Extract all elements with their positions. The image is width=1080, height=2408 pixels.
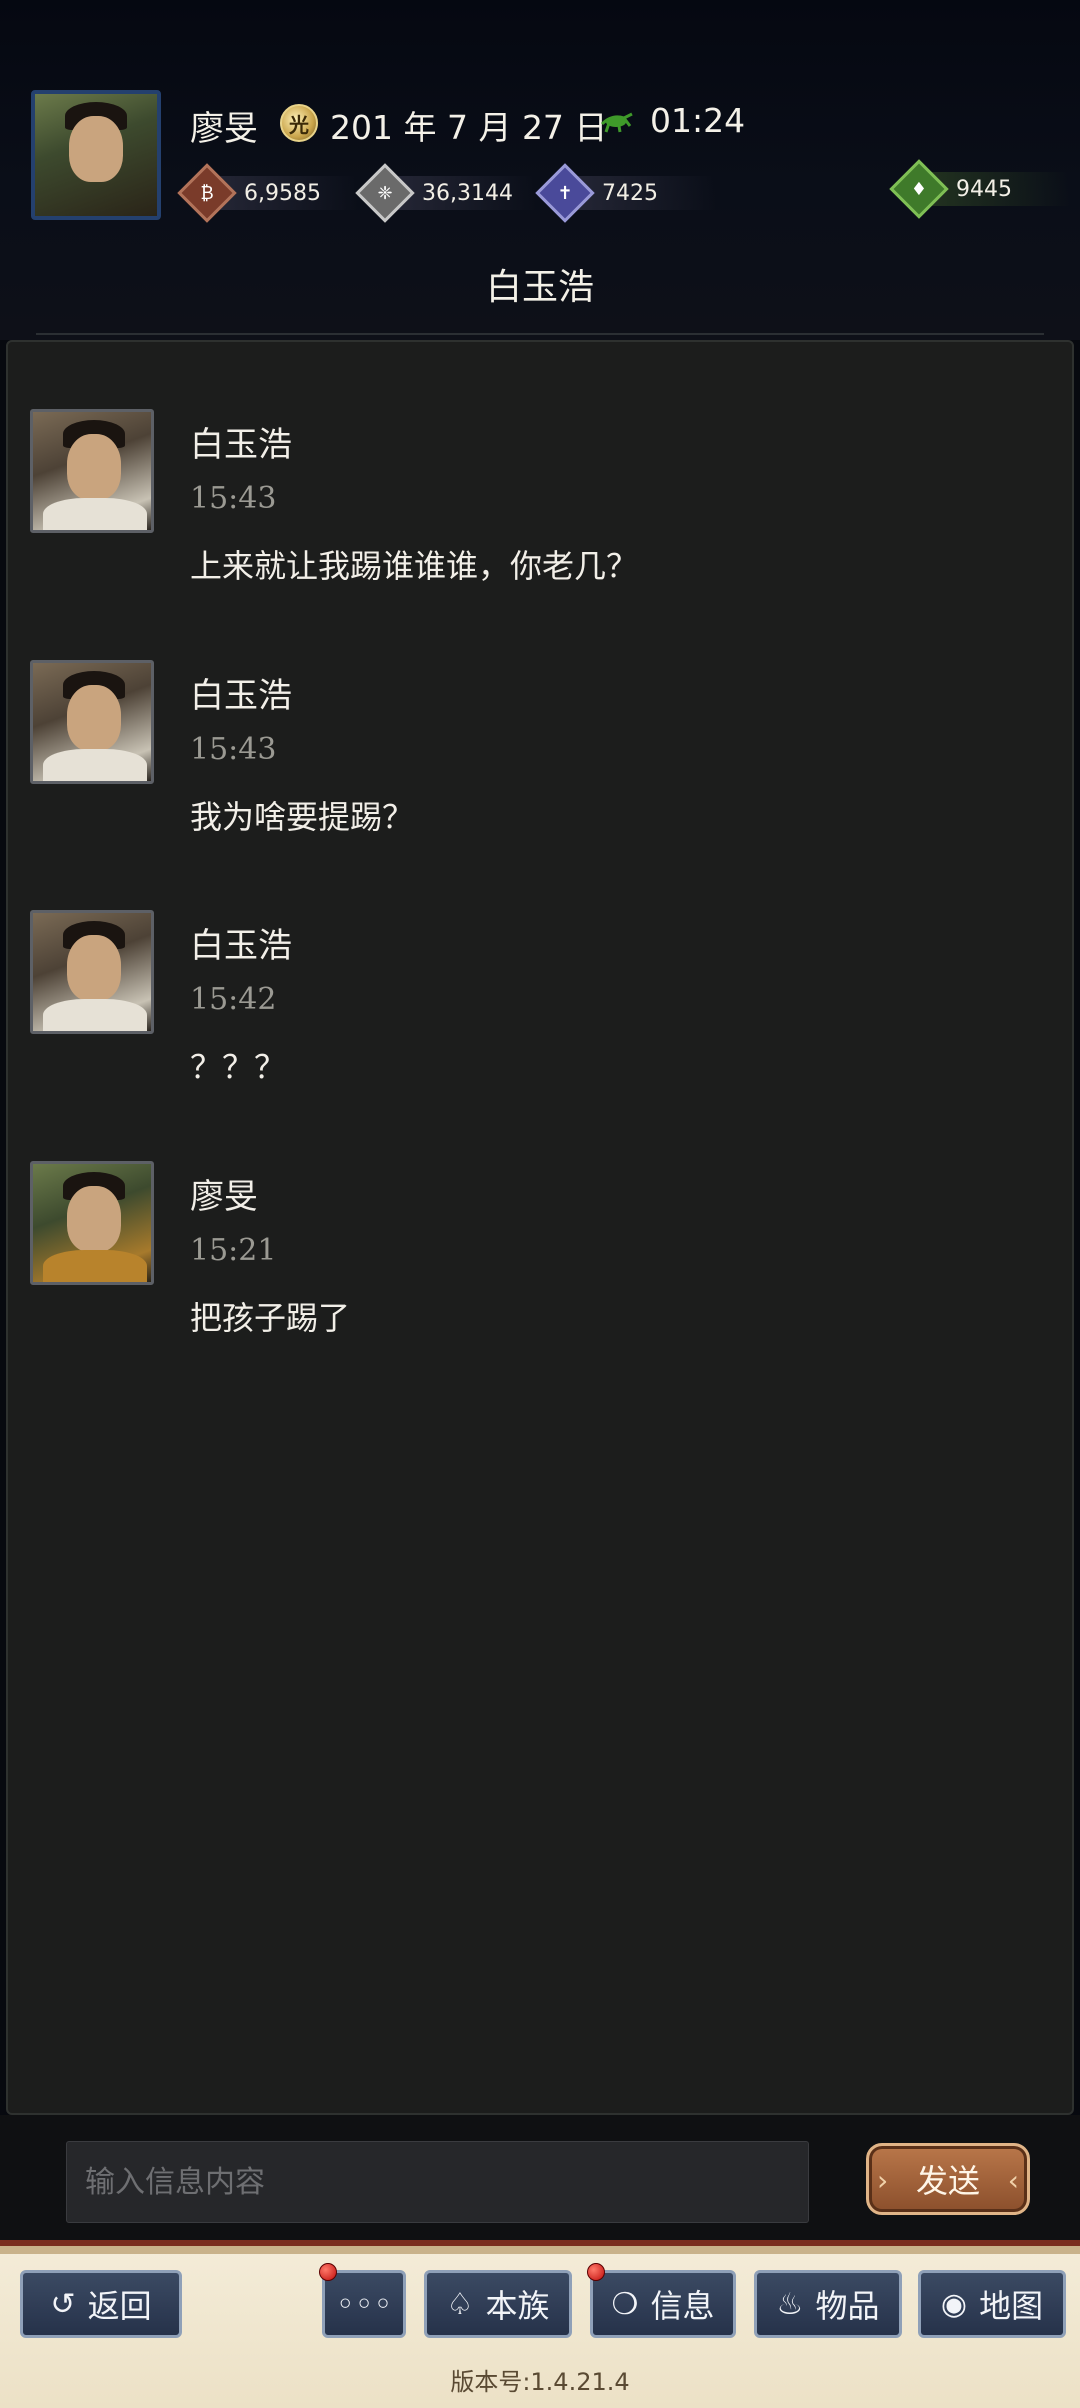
clan-label: 本族 — [485, 2287, 550, 2325]
chat-panel[interactable]: 白玉浩 15:43 上来就让我踢谁谁谁，你老几？ 白玉浩 15:43 我为啥要提… — [6, 340, 1074, 2115]
chevron-right-icon: ‹ — [1007, 2164, 1019, 2197]
coin-icon: ₿ — [177, 163, 237, 223]
chat-message: 白玉浩 15:43 上来就让我踢谁谁谁，你老几？ — [30, 409, 1050, 629]
sender-name: 白玉浩 — [190, 676, 292, 716]
nav-trim — [0, 2246, 1080, 2254]
more-button[interactable]: ◦◦◦ — [319, 2263, 406, 2338]
send-button[interactable]: › 发送 ‹ — [866, 2143, 1030, 2215]
resource-value: 6,9585 — [244, 180, 321, 206]
version-label: 版本号:1.4.21.4 — [450, 2368, 630, 2396]
globe-icon: ◉ — [940, 2286, 968, 2322]
resource-money: ♦ 9445 — [889, 159, 1070, 219]
chat-message: 廖旻 15:21 把孩子踢了 — [30, 1161, 1050, 1381]
player-name: 廖旻 — [190, 109, 258, 149]
back-button[interactable]: ↺ 返回 — [20, 2270, 182, 2338]
bottom-navigation: ↺ 返回 ◦◦◦ ♤ 本族 ❍ 信息 ♨ 物品 ◉ 地图 版本号:1.4.21.… — [0, 2240, 1080, 2408]
cricket-time-icon — [600, 112, 633, 133]
message-time: 15:43 — [190, 732, 277, 767]
soldier-icon: ✝ — [535, 163, 595, 223]
portrait-face — [69, 116, 123, 182]
avatar-face — [67, 434, 121, 500]
clan-icon: ♤ — [446, 2286, 474, 2322]
sender-name: 白玉浩 — [190, 926, 292, 966]
sender-avatar[interactable] — [30, 1161, 154, 1285]
game-time: 01:24 — [650, 101, 746, 140]
message-compose-bar: › 发送 ‹ — [0, 2115, 1080, 2240]
items-label: 物品 — [815, 2287, 880, 2325]
avatar-face — [67, 1186, 121, 1252]
info-label: 信息 — [650, 2287, 715, 2325]
avatar-robe — [43, 749, 147, 781]
notification-dot — [319, 2263, 337, 2281]
back-label: 返回 — [87, 2287, 152, 2325]
message-time: 15:42 — [190, 982, 277, 1017]
message-time: 15:21 — [190, 1233, 277, 1268]
info-button[interactable]: ❍ 信息 — [587, 2263, 736, 2338]
sender-name: 廖旻 — [190, 1177, 258, 1217]
back-arrow-icon: ↺ — [50, 2286, 76, 2322]
resource-soldiers: ✝ 7425 — [535, 163, 716, 223]
map-label: 地图 — [979, 2287, 1044, 2325]
game-date: 201 年 7 月 27 日 — [330, 108, 608, 147]
chat-bubble-icon: ❍ — [611, 2286, 639, 2322]
sender-name: 白玉浩 — [190, 425, 292, 465]
sender-avatar[interactable] — [30, 660, 154, 784]
avatar-face — [67, 685, 121, 751]
calendar-icon: 光 — [280, 104, 318, 142]
app-root: 廖旻 光 201 年 7 月 27 日 01:24 ₿ 6,9585 ❈ 36,… — [0, 0, 1080, 2408]
sender-avatar[interactable] — [30, 910, 154, 1034]
avatar-robe — [43, 1250, 147, 1282]
avatar-robe — [43, 498, 147, 530]
chat-message: 白玉浩 15:42 ？？？ — [30, 910, 1050, 1130]
money-bag-icon: ♦ — [889, 159, 949, 219]
header-divider — [36, 333, 1044, 335]
avatar-face — [67, 935, 121, 1001]
message-input[interactable] — [66, 2141, 809, 2223]
message-text: 上来就让我踢谁谁谁，你老几？ — [190, 547, 639, 585]
status-header: 廖旻 光 201 年 7 月 27 日 01:24 ₿ 6,9585 ❈ 36,… — [0, 0, 1080, 340]
notification-dot — [587, 2263, 605, 2281]
message-time: 15:43 — [190, 481, 277, 516]
clan-button[interactable]: ♤ 本族 — [424, 2270, 572, 2338]
bag-icon: ♨ — [776, 2286, 804, 2322]
resource-value: 7425 — [602, 180, 658, 206]
send-button-label: 发送 — [915, 2162, 980, 2200]
player-portrait[interactable] — [31, 90, 161, 220]
chat-message: 白玉浩 15:43 我为啥要提踢？ — [30, 660, 1050, 880]
conversation-title: 白玉浩 — [485, 267, 594, 308]
avatar-robe — [43, 999, 147, 1031]
chevron-left-icon: › — [877, 2164, 889, 2197]
message-text: 把孩子踢了 — [190, 1299, 351, 1337]
message-text: ？？？ — [190, 1048, 287, 1086]
items-button[interactable]: ♨ 物品 — [754, 2270, 902, 2338]
sender-avatar[interactable] — [30, 409, 154, 533]
message-text: 我为啥要提踢？ — [190, 798, 415, 836]
resource-value: 36,3144 — [422, 180, 513, 206]
grain-icon: ❈ — [355, 163, 415, 223]
resource-grain: ❈ 36,3144 — [355, 163, 536, 223]
resource-coins: ₿ 6,9585 — [177, 163, 358, 223]
more-icon: ◦◦◦ — [335, 2285, 393, 2323]
resource-value: 9445 — [956, 176, 1012, 202]
map-button[interactable]: ◉ 地图 — [918, 2270, 1066, 2338]
